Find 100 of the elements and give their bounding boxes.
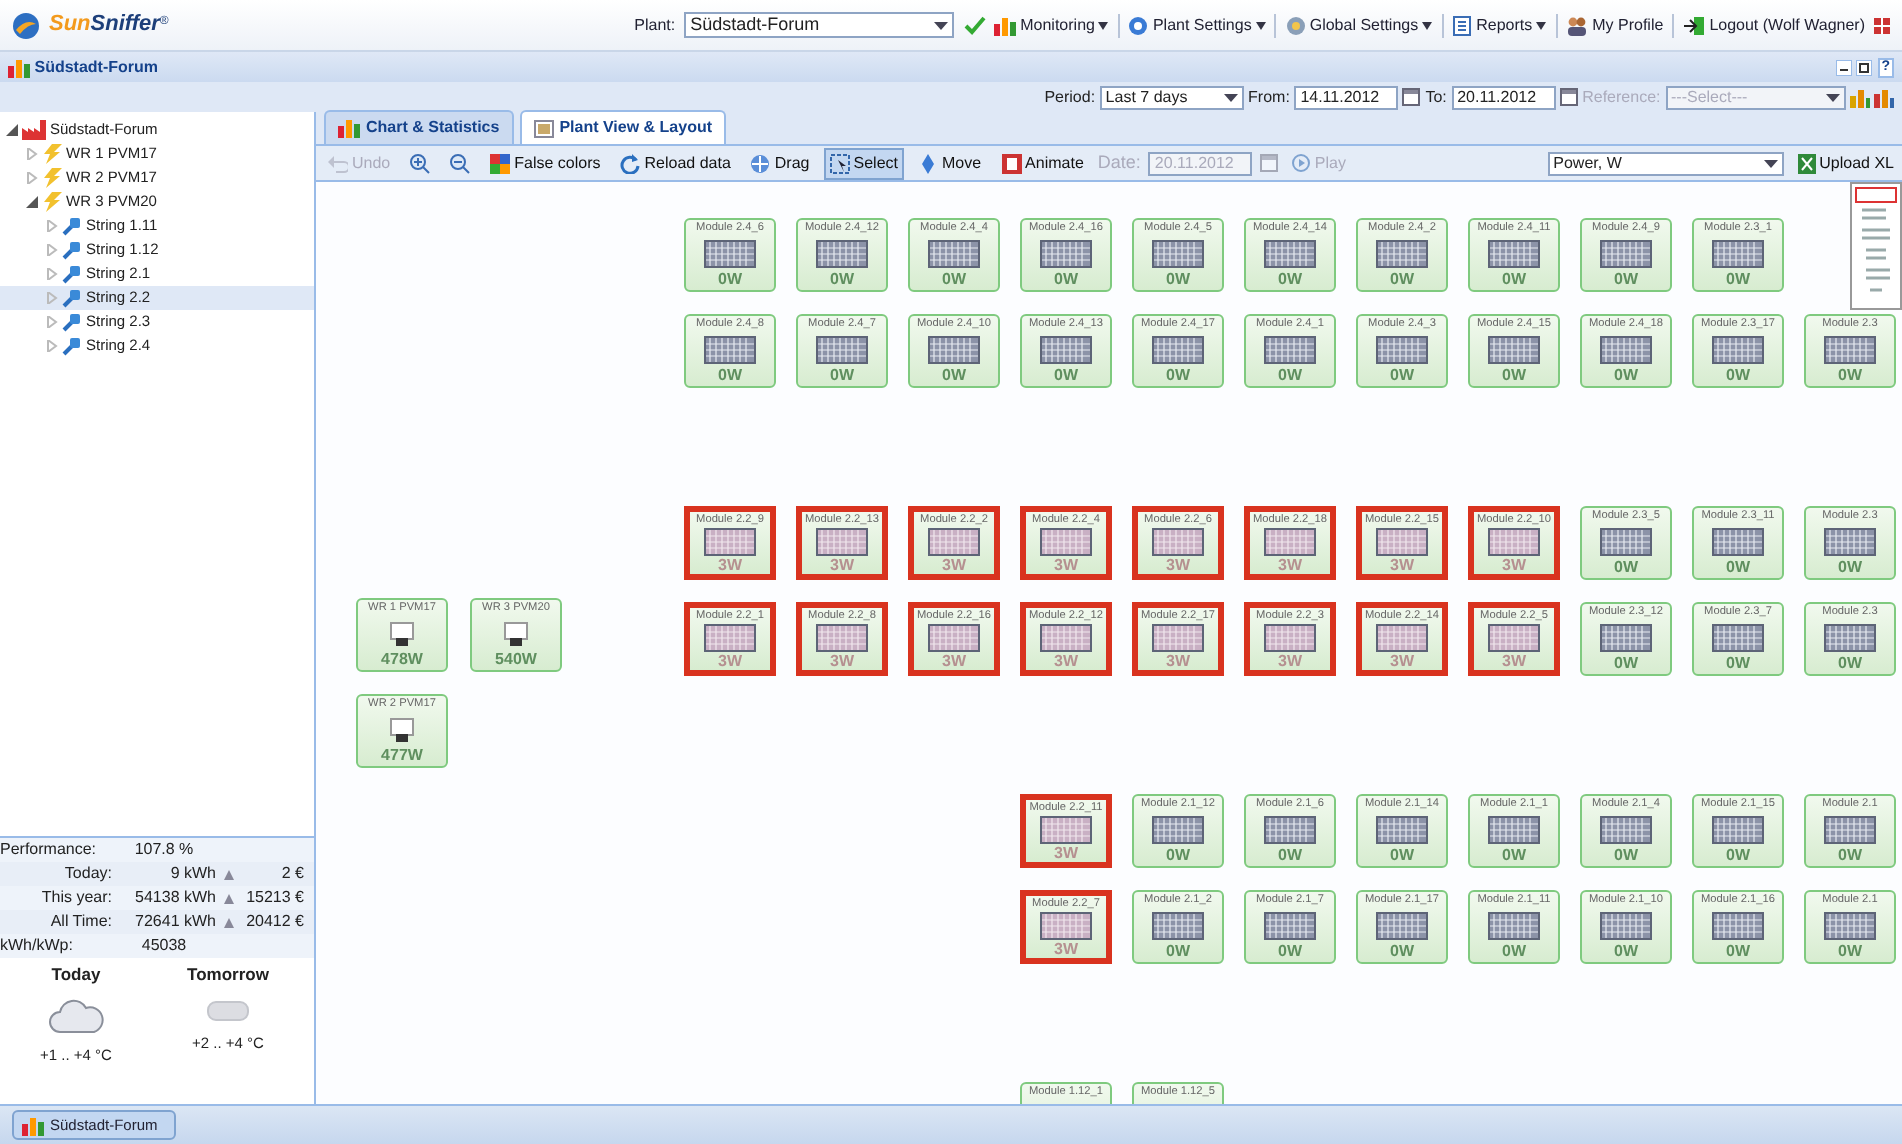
tab[interactable]: Chart & Statistics <box>324 110 514 144</box>
toolbar-button[interactable]: False colors <box>484 147 607 179</box>
plant-select[interactable]: Südstadt-Forum <box>684 12 955 38</box>
dropdown-icon <box>1223 91 1238 103</box>
power-value: 0W <box>1838 366 1862 384</box>
solar-panel-icon <box>1824 335 1876 363</box>
power-value: 0W <box>1838 942 1862 960</box>
bar-chart-icon <box>994 15 1017 35</box>
solar-panel-icon <box>1600 911 1652 939</box>
power-value: 0W <box>1838 558 1862 576</box>
power-value: 0W <box>1166 846 1190 864</box>
from-date-field[interactable]: 14.11.2012 <box>1294 85 1399 109</box>
check-icon[interactable] <box>963 15 986 35</box>
power-value: 3W <box>1166 556 1190 574</box>
plug-icon <box>62 336 82 356</box>
solar-panel-icon <box>1488 239 1540 267</box>
stat-value: 72641 kWh <box>133 910 216 934</box>
toolbar-button[interactable]: Reload data <box>614 147 737 179</box>
power-value: 0W <box>1614 942 1638 960</box>
solar-panel-icon <box>1488 335 1540 363</box>
power-value: 0W <box>1278 846 1302 864</box>
solar-panel-icon <box>704 239 756 267</box>
power-value: 0W <box>1614 366 1638 384</box>
power-value: 0W <box>1502 942 1526 960</box>
solar-panel-icon <box>1712 239 1764 267</box>
inverter-icon <box>390 717 414 741</box>
toolbar-button[interactable]: Move <box>911 147 988 179</box>
power-value: 3W <box>942 652 966 670</box>
undo-icon <box>328 153 348 173</box>
solar-panel-icon <box>1712 335 1764 363</box>
power-value: 477W <box>381 746 423 764</box>
solar-panel-icon <box>816 335 868 363</box>
power-value: 0W <box>830 366 854 384</box>
power-value: 0W <box>1614 654 1638 672</box>
solar-panel-icon <box>1264 624 1316 652</box>
power-value: 3W <box>830 556 854 574</box>
triangle-icon <box>223 893 233 903</box>
toolbar-button[interactable]: Select <box>823 147 904 179</box>
menu-item[interactable]: Monitoring <box>994 13 1109 37</box>
solar-panel-icon <box>1152 624 1204 652</box>
plug-icon <box>62 216 82 236</box>
power-value: 0W <box>1726 942 1750 960</box>
solar-panel-icon <box>1712 623 1764 651</box>
power-value: 0W <box>1502 270 1526 288</box>
caret-icon <box>1536 21 1547 29</box>
solar-panel-icon <box>1152 335 1204 363</box>
stat-value: 107.8 % <box>132 838 196 862</box>
menu-item[interactable]: Reports <box>1452 13 1547 37</box>
minimize-icon[interactable] <box>1836 59 1853 75</box>
bar-chart-icon[interactable] <box>1874 87 1894 107</box>
power-value: 540W <box>495 650 537 668</box>
dropdown-icon <box>1825 91 1839 103</box>
solar-panel-icon <box>1376 528 1428 556</box>
power-value: 0W <box>1166 942 1190 960</box>
bar-chart-icon <box>22 1115 44 1135</box>
solar-panel-icon <box>1152 911 1204 939</box>
power-value: 0W <box>1726 846 1750 864</box>
power-value: 3W <box>1502 652 1526 670</box>
bar-chart-icon <box>8 57 30 77</box>
stat-label: Today: <box>62 862 112 886</box>
measure-select[interactable]: Power, W <box>1547 151 1784 175</box>
restore-icon[interactable] <box>1856 59 1873 75</box>
to-date-field[interactable]: 20.11.2012 <box>1451 85 1556 109</box>
weather-day: Tomorrow <box>187 962 269 988</box>
calendar-icon[interactable] <box>1402 88 1421 106</box>
reference-label: Reference: <box>1582 85 1661 109</box>
power-value: 0W <box>1614 270 1638 288</box>
solar-panel-icon <box>928 624 980 652</box>
power-value: 0W <box>1278 942 1302 960</box>
period-label: Period: <box>1044 85 1096 109</box>
toolbar-button[interactable]: Drag <box>744 147 816 179</box>
upload-button[interactable]: Upload XL <box>1791 147 1896 179</box>
menu-item[interactable]: My Profile <box>1566 13 1664 37</box>
caret-icon <box>1255 21 1266 29</box>
menu-item[interactable]: Plant Settings <box>1128 13 1266 37</box>
solar-panel-icon <box>1376 624 1428 652</box>
solar-panel-icon <box>816 624 868 652</box>
solar-panel-icon <box>1264 239 1316 267</box>
solar-panel-icon <box>1040 912 1092 940</box>
solar-panel-icon <box>928 239 980 267</box>
power-value: 0W <box>1726 558 1750 576</box>
period-select[interactable]: Last 7 days <box>1099 85 1244 109</box>
solar-panel-icon <box>1824 623 1876 651</box>
calendar-icon[interactable] <box>1559 88 1578 106</box>
solar-panel-icon <box>1600 527 1652 555</box>
solar-panel-icon <box>816 239 868 267</box>
expanded-icon[interactable] <box>26 196 38 208</box>
toolbar-button[interactable]: Animate <box>995 147 1090 179</box>
minimap-drawing[interactable] <box>1850 182 1902 310</box>
triangle-icon <box>223 917 233 927</box>
menu-item[interactable]: Logout (Wolf Wagner) <box>1683 13 1865 37</box>
solar-panel-icon <box>1376 911 1428 939</box>
power-value: 0W <box>830 270 854 288</box>
zoom-in-icon <box>410 153 431 173</box>
expanded-icon[interactable] <box>6 124 18 136</box>
bar-chart-icon[interactable] <box>1849 87 1870 107</box>
power-value: 3W <box>942 556 966 574</box>
solar-panel-icon <box>1152 528 1204 556</box>
menu-item[interactable]: Global Settings <box>1285 13 1433 37</box>
tab[interactable]: Plant View & Layout <box>519 110 726 144</box>
